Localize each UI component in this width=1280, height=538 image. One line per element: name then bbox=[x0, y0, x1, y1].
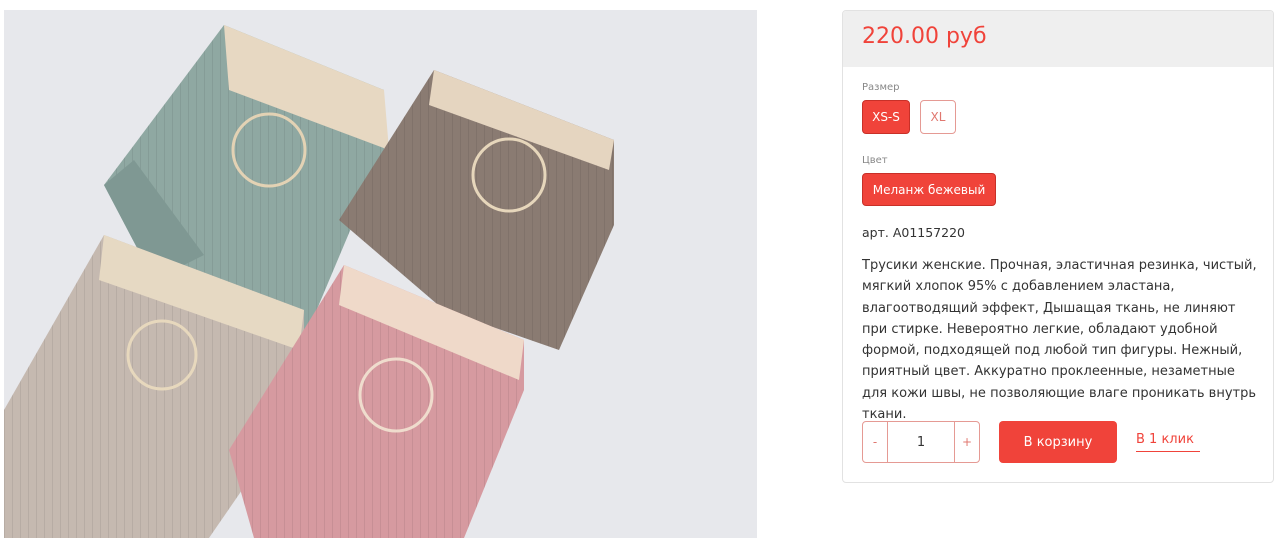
size-option-xs-s[interactable]: XS-S bbox=[862, 100, 910, 134]
color-option-melange-beige[interactable]: Меланж бежевый bbox=[862, 173, 996, 206]
size-option-xl[interactable]: XL bbox=[920, 100, 956, 134]
article-number: арт. A01157220 bbox=[862, 225, 965, 240]
product-card: 220.00 руб Размер XS-S XL Цвет Меланж бе… bbox=[842, 10, 1274, 483]
quantity-stepper: - + bbox=[862, 421, 980, 463]
one-click-buy-link[interactable]: В 1 клик bbox=[1136, 432, 1200, 452]
decrease-quantity-button[interactable]: - bbox=[863, 422, 887, 462]
increase-quantity-button[interactable]: + bbox=[955, 422, 979, 462]
add-to-cart-button[interactable]: В корзину bbox=[999, 421, 1117, 463]
product-description: Трусики женские. Прочная, эластичная рез… bbox=[862, 258, 1257, 423]
product-image bbox=[4, 25, 614, 538]
quantity-input[interactable] bbox=[887, 422, 955, 462]
product-photo bbox=[4, 10, 757, 538]
price: 220.00 руб bbox=[862, 24, 987, 49]
size-label: Размер bbox=[862, 82, 900, 93]
price-bar: 220.00 руб bbox=[843, 11, 1273, 67]
color-label: Цвет bbox=[862, 155, 888, 166]
